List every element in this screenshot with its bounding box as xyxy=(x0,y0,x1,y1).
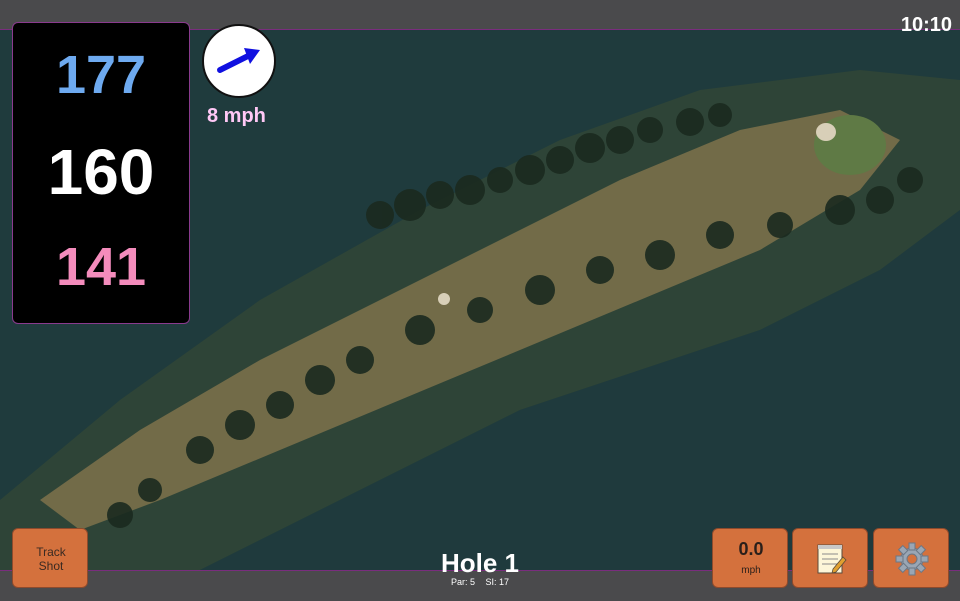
back-distance: 177 xyxy=(55,45,147,105)
speed-button[interactable]: 0.0 mph xyxy=(712,528,788,588)
front-distance: 141 xyxy=(55,237,147,297)
track-shot-button[interactable]: Track Shot xyxy=(12,528,88,588)
hole-stroke-index: SI: 17 xyxy=(485,577,510,587)
speed-unit: mph xyxy=(741,565,761,576)
clock: 10:10 xyxy=(900,14,952,36)
track-shot-label: Track Shot xyxy=(36,545,66,573)
distance-panel: 177 160 141 xyxy=(12,22,190,324)
hole-par: Par: 5 xyxy=(450,577,475,587)
wind-arrow-icon xyxy=(217,48,260,73)
notepad-icon xyxy=(817,544,847,574)
notes-button[interactable] xyxy=(792,528,868,588)
wind-speed: 8 mph xyxy=(207,105,266,127)
gear-icon xyxy=(895,542,929,576)
bunker xyxy=(438,293,450,305)
bunker xyxy=(816,123,836,141)
hole-meta: Par: 5 SI: 17 xyxy=(380,577,580,587)
settings-button[interactable] xyxy=(873,528,949,588)
middle-distance: 160 xyxy=(47,136,155,208)
wind-indicator xyxy=(202,24,276,98)
speed-value: 0.0 xyxy=(738,539,764,559)
hole-title: Hole 1 xyxy=(440,548,520,578)
